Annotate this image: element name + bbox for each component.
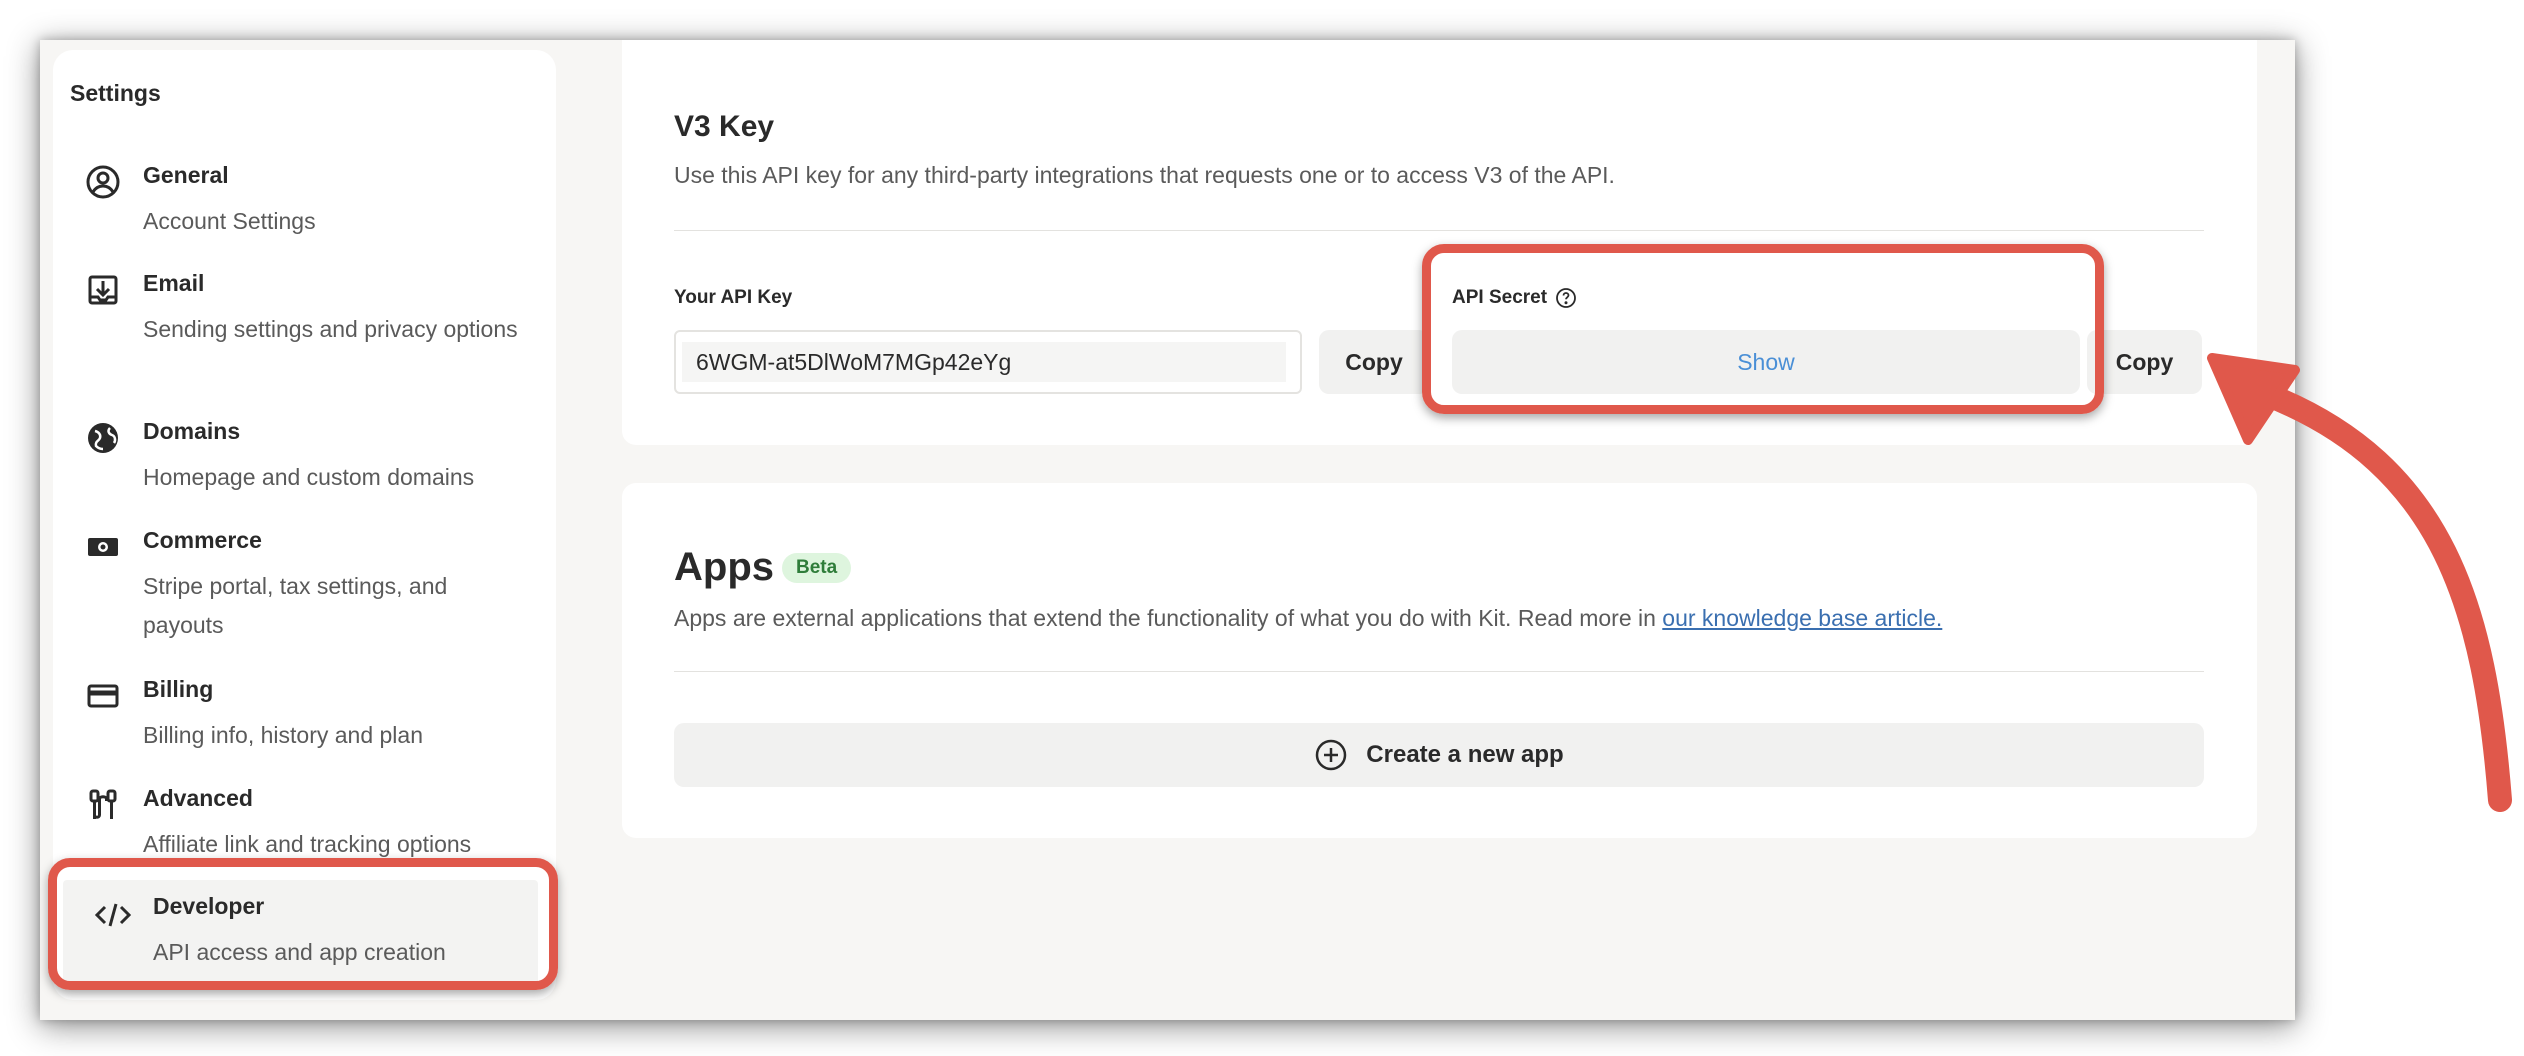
sidebar-item-label: Commerce [143, 527, 262, 553]
sidebar-item-description: Stripe portal, tax settings, and payouts [143, 573, 448, 638]
apps-description-text: Apps are external applications that exte… [674, 605, 1663, 631]
plus-circle-icon [1314, 738, 1348, 772]
credit-card-icon [83, 676, 123, 716]
sidebar-item-commerce[interactable]: Commerce Stripe portal, tax settings, an… [83, 527, 538, 667]
knowledge-base-link[interactable]: our knowledge base article. [1662, 605, 1942, 631]
api-key-label: Your API Key [674, 287, 792, 309]
divider [674, 671, 2204, 672]
sidebar-item-general[interactable]: General Account Settings [83, 162, 538, 262]
sidebar-item-domains[interactable]: Domains Homepage and custom domains [83, 418, 538, 518]
sidebar-item-description: Homepage and custom domains [143, 464, 475, 490]
sidebar-item-billing[interactable]: Billing Billing info, history and plan [83, 676, 538, 776]
sidebar-item-label: General [143, 162, 229, 188]
sidebar-item-label: Billing [143, 676, 214, 702]
sidebar-item-email[interactable]: Email Sending settings and privacy optio… [83, 270, 538, 410]
copy-secret-button[interactable]: Copy [2087, 330, 2202, 394]
globe-icon [83, 418, 123, 458]
user-circle-icon [83, 162, 123, 202]
api-key-field[interactable]: 6WGM-at5DlWoM7MGp42eYg [674, 330, 1302, 394]
create-new-app-label: Create a new app [1366, 741, 1564, 768]
apps-card: Apps Beta Apps are external applications… [622, 483, 2257, 838]
banknote-icon [83, 527, 123, 567]
sidebar-item-description: Account Settings [143, 208, 316, 234]
api-key-label-text: Your API Key [674, 287, 793, 308]
api-secret-highlight-box [1422, 244, 2104, 414]
api-key-value[interactable]: 6WGM-at5DlWoM7MGp42eYg [682, 342, 1286, 382]
v3-key-description: Use this API key for any third-party int… [674, 162, 1615, 188]
beta-badge: Beta [782, 553, 852, 583]
inbox-download-icon [83, 270, 123, 310]
apps-description: Apps are external applications that exte… [674, 605, 1942, 632]
sidebar-item-label: Domains [143, 418, 241, 444]
copy-api-key-button[interactable]: Copy [1319, 330, 1429, 394]
apps-title: Apps [674, 545, 774, 589]
sidebar-item-description: Sending settings and privacy options [143, 316, 518, 342]
plug-icon [83, 785, 123, 825]
sidebar-item-description: Billing info, history and plan [143, 722, 423, 748]
divider [674, 230, 2204, 231]
create-new-app-button[interactable]: Create a new app [674, 723, 2204, 787]
sidebar-item-label: Advanced [143, 785, 253, 811]
sidebar-item-label: Email [143, 270, 205, 296]
v3-key-title: V3 Key [674, 110, 775, 143]
sidebar-title: Settings [70, 80, 161, 106]
developer-highlight-box [48, 858, 558, 990]
